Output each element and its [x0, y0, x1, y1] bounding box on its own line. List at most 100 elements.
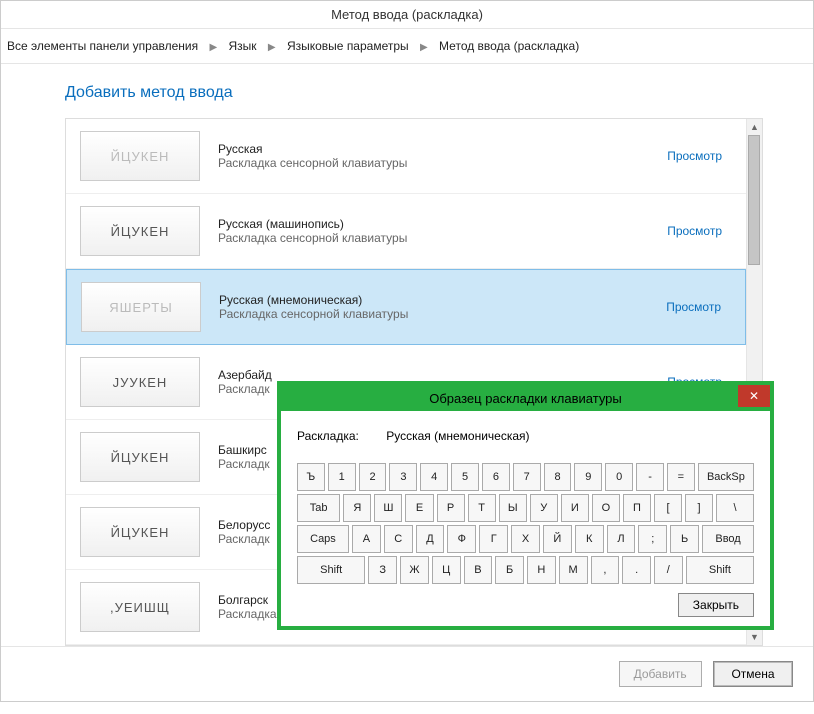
scroll-thumb[interactable] — [748, 135, 760, 265]
key[interactable]: 5 — [451, 463, 479, 491]
key[interactable]: 2 — [359, 463, 387, 491]
layout-name: Русская (машинопись) — [218, 217, 649, 231]
key[interactable]: Е — [405, 494, 433, 522]
popup-title: Образец раскладки клавиатуры — [281, 391, 770, 406]
key[interactable]: Д — [416, 525, 445, 553]
key[interactable]: Й — [543, 525, 572, 553]
key[interactable]: О — [592, 494, 620, 522]
key-enter[interactable]: Ввод — [702, 525, 754, 553]
key[interactable]: 4 — [420, 463, 448, 491]
preview-link[interactable]: Просмотр — [667, 224, 722, 238]
scroll-down-icon[interactable]: ▼ — [747, 629, 762, 645]
key[interactable]: , — [591, 556, 620, 584]
popup-titlebar: Образец раскладки клавиатуры ✕ — [281, 385, 770, 411]
layout-name: Азербайд — [218, 368, 649, 382]
preview-link[interactable]: Просмотр — [666, 300, 721, 314]
add-button[interactable]: Добавить — [619, 661, 702, 687]
key[interactable]: = — [667, 463, 695, 491]
key[interactable]: 8 — [544, 463, 572, 491]
window-title: Метод ввода (раскладка) — [1, 1, 813, 29]
breadcrumb-item[interactable]: Языковые параметры — [287, 39, 409, 53]
layout-thumb: ЙЦУКЕН — [80, 206, 200, 256]
keyboard-row-2: Tab Я Ш Е Р Т Ы У И О П [ ] \ — [297, 494, 754, 522]
dialog-footer: Добавить Отмена — [1, 646, 813, 701]
layout-info: Русская (мнемоническая) Раскладка сенсор… — [219, 293, 648, 321]
layout-info: Русская Раскладка сенсорной клавиатуры — [218, 142, 649, 170]
layout-thumb: ЙЦУКЕН — [80, 432, 200, 482]
key[interactable]: Н — [527, 556, 556, 584]
layout-info: Русская (машинопись) Раскладка сенсорной… — [218, 217, 649, 245]
key[interactable]: ] — [685, 494, 713, 522]
key[interactable]: Ы — [499, 494, 527, 522]
layout-thumb: ЯШЕРТЫ — [81, 282, 201, 332]
layout-item-selected[interactable]: ЯШЕРТЫ Русская (мнемоническая) Раскладка… — [66, 269, 746, 345]
layout-thumb: ,УЕИШЩ — [80, 582, 200, 632]
key[interactable]: Ъ — [297, 463, 325, 491]
page-heading: Добавить метод ввода — [65, 84, 763, 102]
key[interactable]: К — [575, 525, 604, 553]
key[interactable]: Б — [495, 556, 524, 584]
key[interactable]: - — [636, 463, 664, 491]
breadcrumb-item[interactable]: Метод ввода (раскладка) — [439, 39, 579, 53]
key[interactable]: Ц — [432, 556, 461, 584]
key[interactable]: Ф — [447, 525, 476, 553]
key[interactable]: З — [368, 556, 397, 584]
key[interactable]: Ь — [670, 525, 699, 553]
key[interactable]: А — [352, 525, 381, 553]
key[interactable]: . — [622, 556, 651, 584]
key[interactable]: П — [623, 494, 651, 522]
layout-label: Раскладка: — [297, 429, 359, 443]
key[interactable]: Я — [343, 494, 371, 522]
popup-footer: Закрыть — [297, 598, 754, 612]
key-caps[interactable]: Caps — [297, 525, 349, 553]
key[interactable]: 1 — [328, 463, 356, 491]
key[interactable]: 7 — [513, 463, 541, 491]
chevron-right-icon: ▶ — [264, 42, 280, 53]
preview-link[interactable]: Просмотр — [667, 149, 722, 163]
key[interactable]: \ — [716, 494, 754, 522]
layout-name: Русская (мнемоническая) — [219, 293, 648, 307]
layout-thumb: JУУКЕН — [80, 357, 200, 407]
close-icon[interactable]: ✕ — [738, 385, 770, 407]
key-shift[interactable]: Shift — [686, 556, 754, 584]
key[interactable]: В — [464, 556, 493, 584]
key[interactable]: 9 — [574, 463, 602, 491]
layout-value: Русская (мнемоническая) — [386, 429, 529, 443]
key[interactable]: 3 — [389, 463, 417, 491]
key-backspace[interactable]: BackSp — [698, 463, 754, 491]
chevron-right-icon: ▶ — [205, 42, 221, 53]
key[interactable]: С — [384, 525, 413, 553]
keyboard-preview-popup: Образец раскладки клавиатуры ✕ Раскладка… — [277, 381, 774, 630]
key[interactable]: / — [654, 556, 683, 584]
key[interactable]: [ — [654, 494, 682, 522]
key[interactable]: Ш — [374, 494, 402, 522]
keyboard-row-1: Ъ 1 2 3 4 5 6 7 8 9 0 - = BackSp — [297, 463, 754, 491]
breadcrumb-item[interactable]: Все элементы панели управления — [7, 39, 198, 53]
key[interactable]: Л — [607, 525, 636, 553]
layout-item[interactable]: ЙЦУКЕН Русская (машинопись) Раскладка се… — [66, 194, 746, 269]
breadcrumb-item[interactable]: Язык — [229, 39, 257, 53]
key[interactable]: М — [559, 556, 588, 584]
popup-close-button[interactable]: Закрыть — [678, 593, 754, 617]
keyboard-row-3: Caps А С Д Ф Г Х Й К Л ; Ь Ввод — [297, 525, 754, 553]
key[interactable]: Т — [468, 494, 496, 522]
breadcrumb: Все элементы панели управления ▶ Язык ▶ … — [1, 29, 813, 64]
layout-thumb: ЙЦУКЕН — [80, 131, 200, 181]
key[interactable]: Г — [479, 525, 508, 553]
key[interactable]: И — [561, 494, 589, 522]
key[interactable]: 6 — [482, 463, 510, 491]
scroll-up-icon[interactable]: ▲ — [747, 119, 762, 135]
key[interactable]: Р — [437, 494, 465, 522]
layout-item[interactable]: ЙЦУКЕН Русская Раскладка сенсорной клави… — [66, 119, 746, 194]
key[interactable]: У — [530, 494, 558, 522]
cancel-button[interactable]: Отмена — [713, 661, 793, 687]
layout-sub: Раскладка сенсорной клавиатуры — [218, 231, 649, 245]
key[interactable]: ; — [638, 525, 667, 553]
key[interactable]: 0 — [605, 463, 633, 491]
chevron-right-icon: ▶ — [416, 42, 432, 53]
key-shift[interactable]: Shift — [297, 556, 365, 584]
layout-label-row: Раскладка: Русская (мнемоническая) — [297, 429, 754, 443]
key[interactable]: Х — [511, 525, 540, 553]
key-tab[interactable]: Tab — [297, 494, 340, 522]
key[interactable]: Ж — [400, 556, 429, 584]
